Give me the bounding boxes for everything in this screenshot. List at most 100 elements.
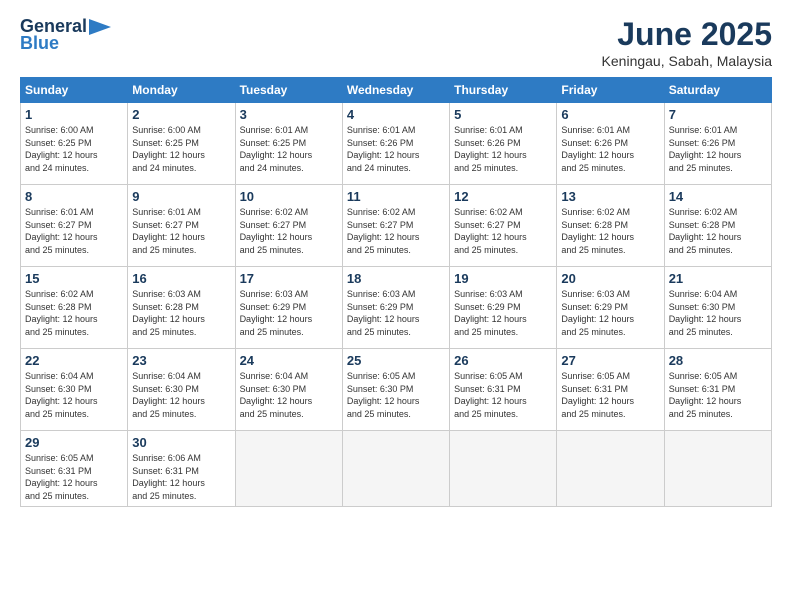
day-number: 3 <box>240 107 338 122</box>
day-info: Sunrise: 6:04 AM Sunset: 6:30 PM Dayligh… <box>25 370 123 420</box>
day-number: 2 <box>132 107 230 122</box>
day-number: 9 <box>132 189 230 204</box>
day-info: Sunrise: 6:01 AM Sunset: 6:26 PM Dayligh… <box>669 124 767 174</box>
day-info: Sunrise: 6:05 AM Sunset: 6:30 PM Dayligh… <box>347 370 445 420</box>
table-row: 30 Sunrise: 6:06 AM Sunset: 6:31 PM Dayli… <box>128 431 235 507</box>
day-info: Sunrise: 6:01 AM Sunset: 6:26 PM Dayligh… <box>454 124 552 174</box>
title-block: June 2025 Keningau, Sabah, Malaysia <box>602 16 772 69</box>
day-info: Sunrise: 6:01 AM Sunset: 6:25 PM Dayligh… <box>240 124 338 174</box>
day-info: Sunrise: 6:06 AM Sunset: 6:31 PM Dayligh… <box>132 452 230 502</box>
day-number: 14 <box>669 189 767 204</box>
day-info: Sunrise: 6:03 AM Sunset: 6:28 PM Dayligh… <box>132 288 230 338</box>
day-info: Sunrise: 6:03 AM Sunset: 6:29 PM Dayligh… <box>561 288 659 338</box>
day-info: Sunrise: 6:02 AM Sunset: 6:27 PM Dayligh… <box>454 206 552 256</box>
table-row: 17 Sunrise: 6:03 AM Sunset: 6:29 PM Dayli… <box>235 267 342 349</box>
table-row: 3 Sunrise: 6:01 AM Sunset: 6:25 PM Daylig… <box>235 103 342 185</box>
table-row: 20 Sunrise: 6:03 AM Sunset: 6:29 PM Dayli… <box>557 267 664 349</box>
day-info: Sunrise: 6:02 AM Sunset: 6:28 PM Dayligh… <box>561 206 659 256</box>
day-info: Sunrise: 6:02 AM Sunset: 6:28 PM Dayligh… <box>25 288 123 338</box>
day-number: 28 <box>669 353 767 368</box>
day-info: Sunrise: 6:05 AM Sunset: 6:31 PM Dayligh… <box>669 370 767 420</box>
day-info: Sunrise: 6:05 AM Sunset: 6:31 PM Dayligh… <box>454 370 552 420</box>
table-row: 19 Sunrise: 6:03 AM Sunset: 6:29 PM Dayli… <box>450 267 557 349</box>
table-row <box>342 431 449 507</box>
day-info: Sunrise: 6:05 AM Sunset: 6:31 PM Dayligh… <box>561 370 659 420</box>
day-info: Sunrise: 6:04 AM Sunset: 6:30 PM Dayligh… <box>132 370 230 420</box>
day-number: 15 <box>25 271 123 286</box>
table-row: 15 Sunrise: 6:02 AM Sunset: 6:28 PM Dayli… <box>21 267 128 349</box>
day-info: Sunrise: 6:04 AM Sunset: 6:30 PM Dayligh… <box>669 288 767 338</box>
day-info: Sunrise: 6:02 AM Sunset: 6:27 PM Dayligh… <box>240 206 338 256</box>
header: General Blue June 2025 Keningau, Sabah, … <box>20 16 772 69</box>
day-number: 5 <box>454 107 552 122</box>
day-info: Sunrise: 6:01 AM Sunset: 6:27 PM Dayligh… <box>25 206 123 256</box>
month-title: June 2025 <box>602 16 772 53</box>
day-number: 1 <box>25 107 123 122</box>
day-number: 22 <box>25 353 123 368</box>
table-row: 2 Sunrise: 6:00 AM Sunset: 6:25 PM Daylig… <box>128 103 235 185</box>
day-number: 29 <box>25 435 123 450</box>
col-wednesday: Wednesday <box>342 78 449 103</box>
table-row: 14 Sunrise: 6:02 AM Sunset: 6:28 PM Dayli… <box>664 185 771 267</box>
day-number: 17 <box>240 271 338 286</box>
table-row <box>235 431 342 507</box>
logo-flag-icon <box>89 19 111 35</box>
day-info: Sunrise: 6:03 AM Sunset: 6:29 PM Dayligh… <box>240 288 338 338</box>
day-info: Sunrise: 6:01 AM Sunset: 6:26 PM Dayligh… <box>347 124 445 174</box>
day-number: 10 <box>240 189 338 204</box>
table-row: 8 Sunrise: 6:01 AM Sunset: 6:27 PM Daylig… <box>21 185 128 267</box>
day-number: 30 <box>132 435 230 450</box>
day-info: Sunrise: 6:03 AM Sunset: 6:29 PM Dayligh… <box>454 288 552 338</box>
table-row: 5 Sunrise: 6:01 AM Sunset: 6:26 PM Daylig… <box>450 103 557 185</box>
table-row <box>664 431 771 507</box>
col-tuesday: Tuesday <box>235 78 342 103</box>
day-info: Sunrise: 6:02 AM Sunset: 6:27 PM Dayligh… <box>347 206 445 256</box>
day-number: 27 <box>561 353 659 368</box>
day-info: Sunrise: 6:00 AM Sunset: 6:25 PM Dayligh… <box>132 124 230 174</box>
table-row: 16 Sunrise: 6:03 AM Sunset: 6:28 PM Dayli… <box>128 267 235 349</box>
day-number: 19 <box>454 271 552 286</box>
table-row: 7 Sunrise: 6:01 AM Sunset: 6:26 PM Daylig… <box>664 103 771 185</box>
day-number: 7 <box>669 107 767 122</box>
day-number: 20 <box>561 271 659 286</box>
table-row: 11 Sunrise: 6:02 AM Sunset: 6:27 PM Dayli… <box>342 185 449 267</box>
location: Keningau, Sabah, Malaysia <box>602 53 772 69</box>
day-number: 18 <box>347 271 445 286</box>
table-row: 12Sunrise: 6:02 AM Sunset: 6:27 PM Dayli… <box>450 185 557 267</box>
day-info: Sunrise: 6:05 AM Sunset: 6:31 PM Dayligh… <box>25 452 123 502</box>
table-row: 25 Sunrise: 6:05 AM Sunset: 6:30 PM Dayli… <box>342 349 449 431</box>
day-info: Sunrise: 6:04 AM Sunset: 6:30 PM Dayligh… <box>240 370 338 420</box>
col-saturday: Saturday <box>664 78 771 103</box>
page: General Blue June 2025 Keningau, Sabah, … <box>0 0 792 612</box>
day-number: 26 <box>454 353 552 368</box>
calendar: Sunday Monday Tuesday Wednesday Thursday… <box>20 77 772 507</box>
day-info: Sunrise: 6:02 AM Sunset: 6:28 PM Dayligh… <box>669 206 767 256</box>
day-info: Sunrise: 6:01 AM Sunset: 6:27 PM Dayligh… <box>132 206 230 256</box>
day-info: Sunrise: 6:03 AM Sunset: 6:29 PM Dayligh… <box>347 288 445 338</box>
day-number: 16 <box>132 271 230 286</box>
table-row: 24 Sunrise: 6:04 AM Sunset: 6:30 PM Dayli… <box>235 349 342 431</box>
table-row: 10 Sunrise: 6:02 AM Sunset: 6:27 PM Dayli… <box>235 185 342 267</box>
day-number: 24 <box>240 353 338 368</box>
logo-blue: Blue <box>20 33 59 54</box>
day-number: 13 <box>561 189 659 204</box>
table-row: 6Sunrise: 6:01 AM Sunset: 6:26 PM Daylig… <box>557 103 664 185</box>
day-number: 8 <box>25 189 123 204</box>
col-sunday: Sunday <box>21 78 128 103</box>
table-row: 13 Sunrise: 6:02 AM Sunset: 6:28 PM Dayli… <box>557 185 664 267</box>
table-row: 23Sunrise: 6:04 AM Sunset: 6:30 PM Dayli… <box>128 349 235 431</box>
logo: General Blue <box>20 16 111 54</box>
table-row <box>450 431 557 507</box>
table-row: 28 Sunrise: 6:05 AM Sunset: 6:31 PM Dayli… <box>664 349 771 431</box>
day-info: Sunrise: 6:00 AM Sunset: 6:25 PM Dayligh… <box>25 124 123 174</box>
table-row: 29 Sunrise: 6:05 AM Sunset: 6:31 PM Dayli… <box>21 431 128 507</box>
day-number: 11 <box>347 189 445 204</box>
table-row: 27 Sunrise: 6:05 AM Sunset: 6:31 PM Dayli… <box>557 349 664 431</box>
day-number: 4 <box>347 107 445 122</box>
table-row: 9 Sunrise: 6:01 AM Sunset: 6:27 PM Daylig… <box>128 185 235 267</box>
calendar-header-row: Sunday Monday Tuesday Wednesday Thursday… <box>21 78 772 103</box>
day-number: 25 <box>347 353 445 368</box>
day-number: 21 <box>669 271 767 286</box>
table-row: 18 Sunrise: 6:03 AM Sunset: 6:29 PM Dayli… <box>342 267 449 349</box>
table-row: 4 Sunrise: 6:01 AM Sunset: 6:26 PM Daylig… <box>342 103 449 185</box>
